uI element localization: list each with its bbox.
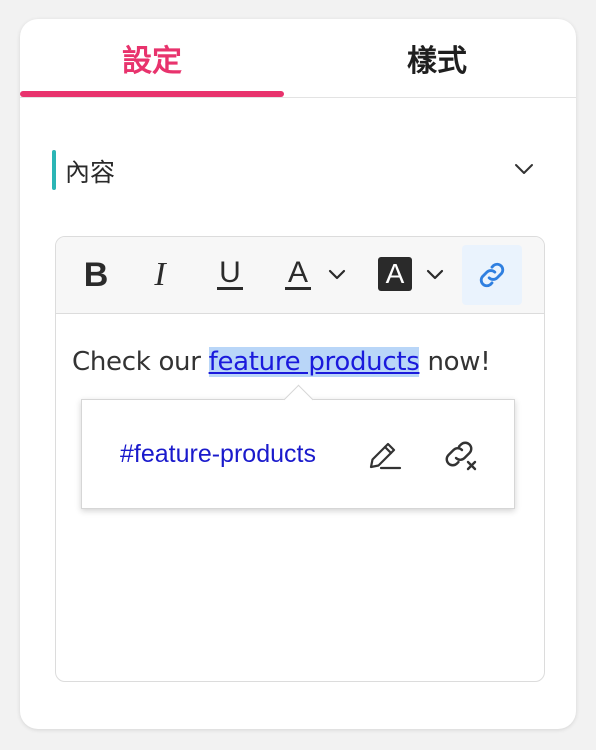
bold-icon: B bbox=[83, 255, 109, 294]
link-url[interactable]: #feature-products bbox=[120, 440, 316, 469]
text-color-icon: A bbox=[284, 257, 311, 290]
tab-bar: 設定 樣式 bbox=[20, 19, 576, 98]
edit-link-button[interactable] bbox=[364, 434, 404, 474]
editor-toolbar: B I U A A bbox=[56, 237, 544, 314]
underline-icon: U bbox=[217, 255, 243, 290]
popover-arrow bbox=[283, 384, 314, 415]
chevron-down-icon[interactable] bbox=[326, 263, 348, 285]
active-tab-indicator bbox=[20, 91, 284, 97]
section-title: 內容 bbox=[65, 158, 116, 187]
background-color-button[interactable]: A bbox=[378, 257, 412, 291]
content-text: Check our bbox=[72, 347, 209, 377]
content-text: now! bbox=[419, 347, 491, 377]
underline-button[interactable]: U bbox=[210, 253, 250, 295]
link-popover: #feature-products bbox=[81, 384, 515, 509]
text-color-button[interactable]: A bbox=[278, 253, 318, 295]
link-icon bbox=[479, 262, 505, 288]
selected-link-text[interactable]: feature products bbox=[208, 347, 420, 377]
tab-settings[interactable]: 設定 bbox=[20, 19, 284, 97]
edit-pencil-icon bbox=[369, 442, 402, 470]
section-accent-bar bbox=[52, 150, 56, 190]
rich-text-editor: B I U A A Check our feature products now… bbox=[55, 236, 545, 682]
unlink-button[interactable] bbox=[440, 434, 480, 474]
link-button[interactable] bbox=[462, 245, 522, 305]
background-color-icon: A bbox=[385, 258, 405, 289]
tab-styles[interactable]: 樣式 bbox=[298, 19, 576, 97]
settings-panel: 設定 樣式 內容 B I U A A Check our feature pro… bbox=[20, 19, 576, 729]
unlink-icon bbox=[445, 441, 477, 471]
editor-content[interactable]: Check our feature products now! bbox=[72, 347, 491, 377]
content-section-header[interactable]: 內容 bbox=[52, 149, 536, 191]
italic-icon: I bbox=[154, 256, 166, 293]
chevron-down-icon[interactable] bbox=[512, 157, 536, 181]
italic-button[interactable]: I bbox=[142, 255, 178, 295]
chevron-down-icon[interactable] bbox=[424, 263, 446, 285]
bold-button[interactable]: B bbox=[78, 255, 114, 295]
